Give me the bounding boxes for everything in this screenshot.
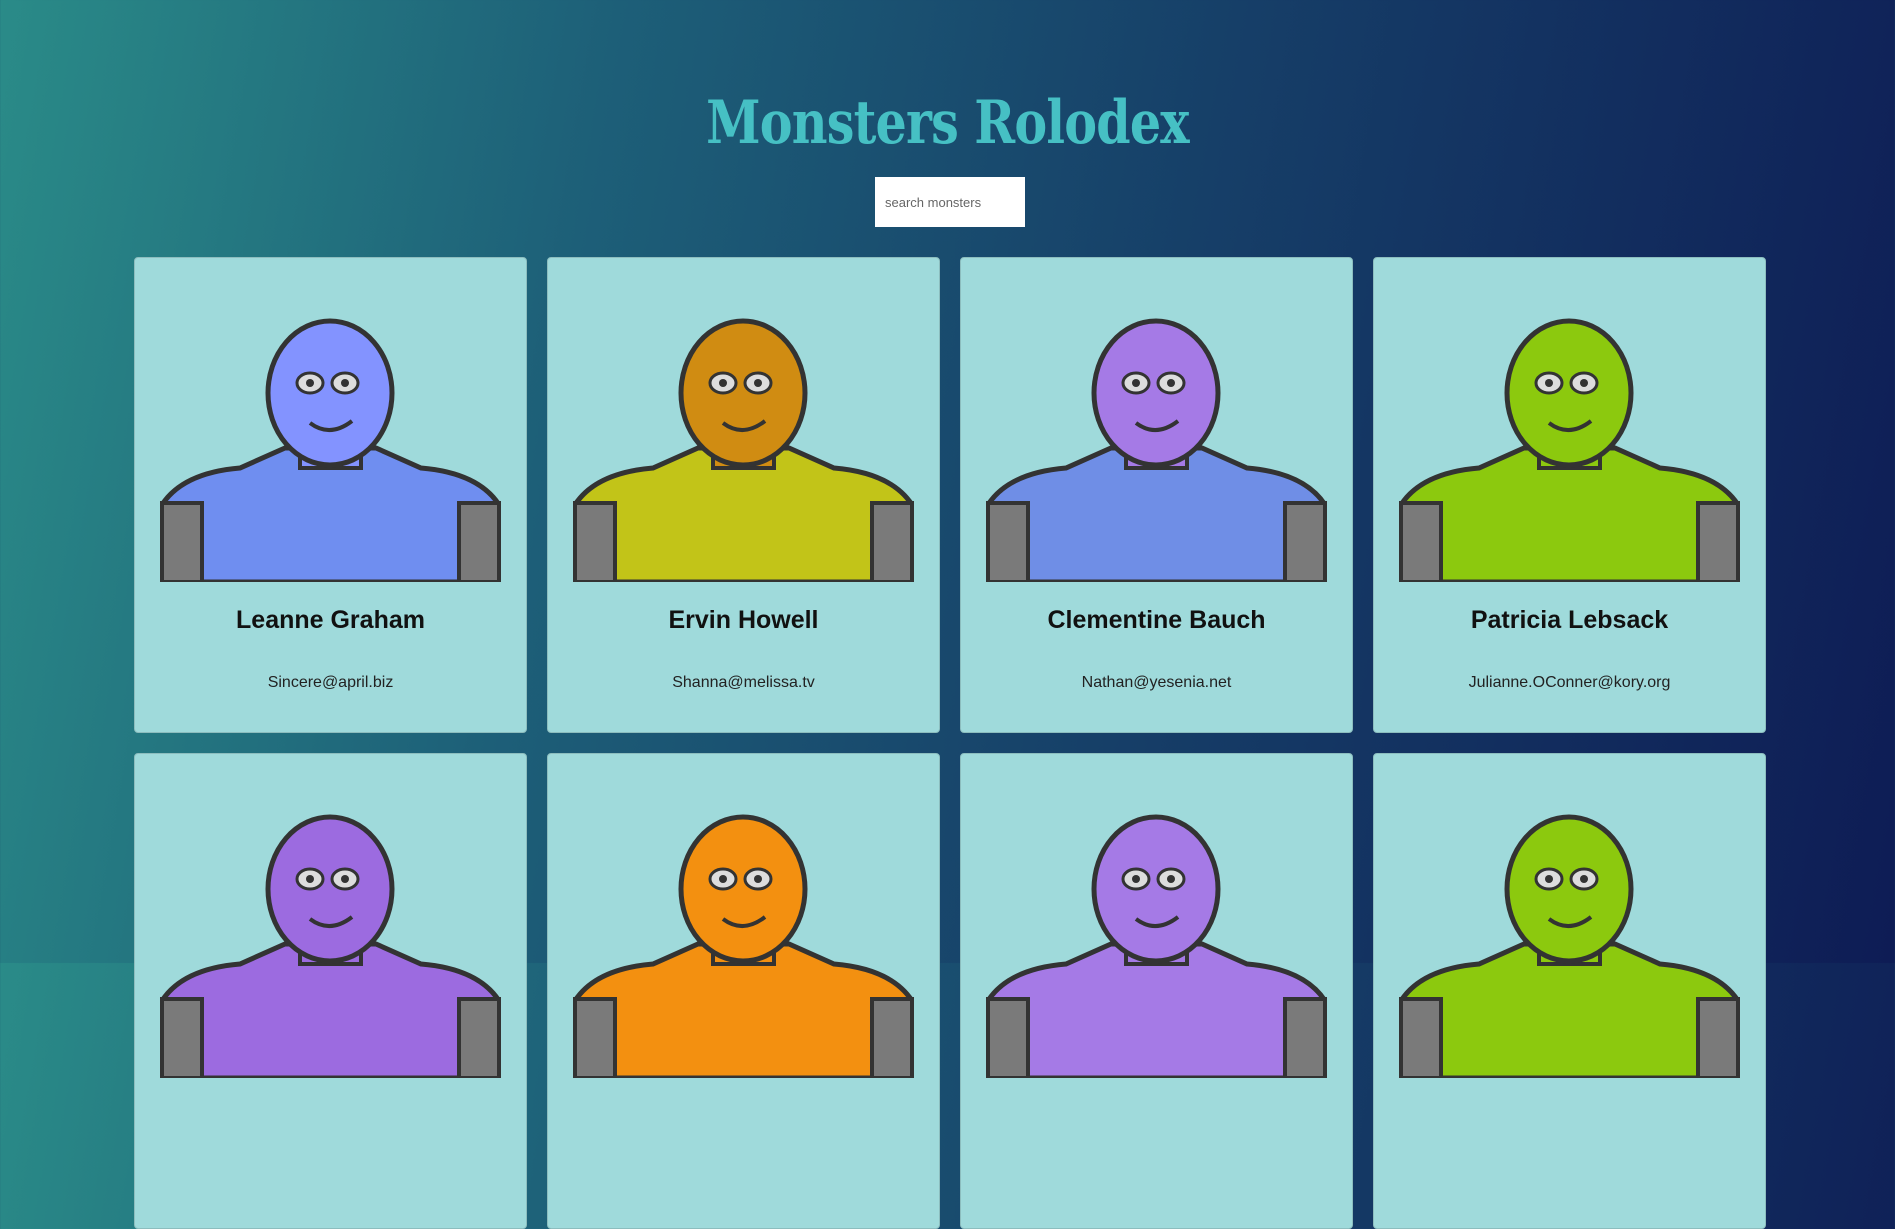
monster-name: Clementine Bauch [1047, 606, 1266, 634]
purple-three-eyed-monster-icon [986, 318, 1327, 582]
monster-name: Ervin Howell [668, 606, 819, 634]
monster-card[interactable] [1373, 753, 1766, 1229]
search-input[interactable] [875, 177, 1025, 227]
monster-email: Sincere@april.biz [267, 674, 394, 691]
monster-card[interactable] [547, 753, 940, 1229]
monster-email: Julianne.OConner@kory.org [1468, 674, 1671, 691]
monster-card[interactable]: Clementine Bauch Nathan@yesenia.net [960, 257, 1353, 733]
monster-email: Nathan@yesenia.net [1081, 674, 1232, 691]
purple-horned-monster-icon [986, 814, 1327, 1078]
page-title: Monsters Rolodex [706, 88, 1189, 159]
monster-email: Shanna@melissa.tv [672, 674, 815, 691]
monster-card[interactable] [960, 753, 1353, 1229]
monster-card[interactable] [134, 753, 527, 1229]
monster-name: Leanne Graham [236, 606, 425, 634]
monster-name: Patricia Lebsack [1470, 606, 1669, 634]
monster-card[interactable]: Ervin Howell Shanna@melissa.tv [547, 257, 940, 733]
card-list: Leanne Graham Sincere@april.biz Ervin Ho… [134, 257, 1766, 1229]
green-robot-monster-icon [1399, 814, 1740, 1078]
monster-card[interactable]: Leanne Graham Sincere@april.biz [134, 257, 527, 733]
orange-robot-monster-icon [573, 814, 914, 1078]
purple-robot-monster-icon [160, 814, 501, 1078]
green-helmet-monster-icon [1399, 318, 1740, 582]
monster-card[interactable]: Patricia Lebsack Julianne.OConner@kory.o… [1373, 257, 1766, 733]
orange-grinning-monster-icon [573, 318, 914, 582]
horned-blue-monster-icon [160, 318, 501, 582]
